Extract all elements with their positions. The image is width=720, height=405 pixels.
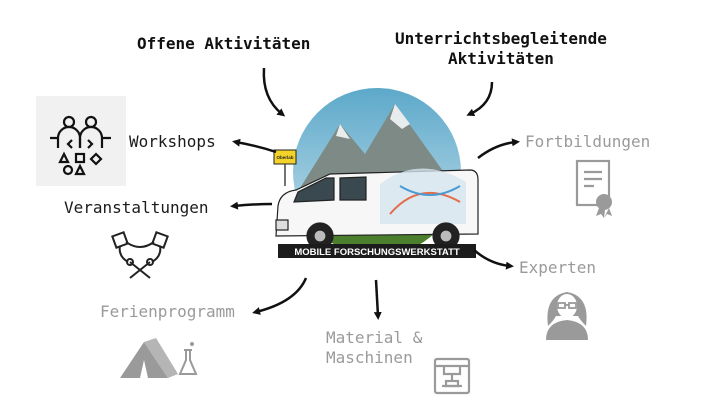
arrow-to-holiday	[252, 277, 308, 315]
arrow-to-material	[373, 279, 382, 320]
arrow-layer	[230, 67, 520, 320]
arrow-to-workshops	[232, 138, 277, 154]
arrow-to-experts	[473, 249, 514, 270]
arrow-from-open-activities	[262, 67, 286, 117]
arrow-to-events	[230, 201, 273, 210]
arrow-to-training	[477, 138, 520, 159]
arrow-from-school-activities	[466, 81, 494, 116]
